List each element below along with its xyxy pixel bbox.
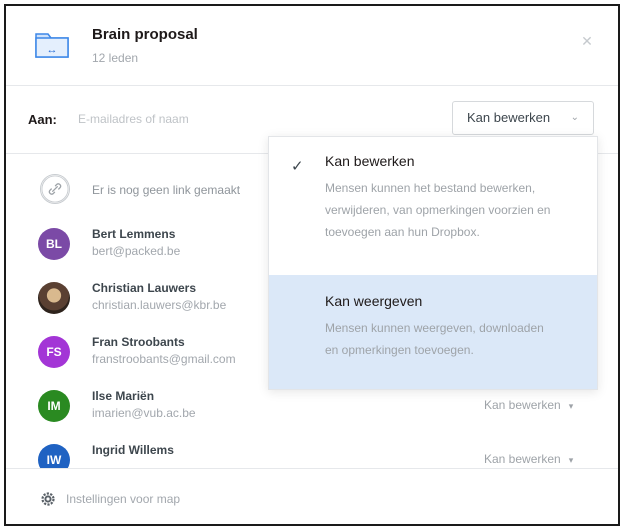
link-status-text: Er is nog geen link gemaakt — [92, 183, 241, 197]
folder-title: Brain proposal — [92, 26, 198, 43]
member-email: imarien@vub.ac.be — [92, 406, 196, 420]
chevron-down-icon: ⌄ — [570, 112, 579, 123]
menu-item-can-view[interactable]: Kan weergeven Mensen kunnen weergeven, d… — [269, 275, 597, 389]
member-name: Ingrid Willems — [92, 443, 174, 457]
link-icon — [40, 174, 70, 204]
shared-folder-icon: ↔ — [35, 33, 69, 58]
member-email: bert@packed.be — [92, 244, 181, 258]
member-name: Fran Stroobants — [92, 335, 185, 349]
menu-item-description: Mensen kunnen weergeven, downloaden en o… — [325, 321, 544, 357]
member-permission-dropdown[interactable]: Kan bewerken ▾ — [484, 398, 573, 412]
avatar: IM — [38, 390, 70, 422]
checkmark-icon: ✓ — [291, 158, 304, 175]
member-name: Bert Lemmens — [92, 227, 176, 241]
folder-settings-link[interactable]: Instellingen voor map — [66, 492, 180, 506]
member-permission-label: Kan bewerken — [484, 398, 561, 412]
avatar: FS — [38, 336, 70, 368]
menu-item-description: Mensen kunnen het bestand bewerken, verw… — [325, 181, 551, 239]
member-name: Ilse Mariën — [92, 389, 155, 403]
member-email: christian.lauwers@kbr.be — [92, 298, 227, 312]
avatar: BL — [38, 228, 70, 260]
chevron-down-icon: ▾ — [568, 401, 574, 411]
chevron-down-icon: ▾ — [568, 455, 574, 465]
menu-item-title: Kan weergeven — [325, 293, 423, 309]
menu-item-can-edit[interactable]: ✓ Kan bewerken Mensen kunnen het bestand… — [269, 137, 597, 275]
members-count: 12 leden — [92, 51, 139, 65]
menu-item-title: Kan bewerken — [325, 153, 415, 169]
svg-text:↔: ↔ — [47, 44, 58, 56]
permission-dropdown-button[interactable]: Kan bewerken ⌄ — [452, 101, 594, 135]
close-icon: ✕ — [581, 33, 593, 49]
dialog-header: ↔ Brain proposal 12 leden ✕ — [6, 6, 618, 86]
member-email: franstroobants@gmail.com — [92, 352, 236, 366]
permission-menu: ✓ Kan bewerken Mensen kunnen het bestand… — [268, 136, 598, 390]
member-permission-dropdown[interactable]: Kan bewerken ▾ — [484, 452, 573, 466]
gear-icon — [41, 492, 55, 506]
share-dialog: ↔ Brain proposal 12 leden ✕ Aan: Kan bew… — [4, 4, 620, 526]
permission-button-label: Kan bewerken — [467, 110, 551, 125]
to-label: Aan: — [28, 112, 57, 127]
dialog-footer: Instellingen voor map — [6, 468, 618, 524]
avatar — [38, 282, 70, 314]
member-name: Christian Lauwers — [92, 281, 197, 295]
recipient-input[interactable] — [78, 106, 378, 132]
close-button[interactable]: ✕ — [578, 32, 596, 50]
member-permission-label: Kan bewerken — [484, 452, 561, 466]
